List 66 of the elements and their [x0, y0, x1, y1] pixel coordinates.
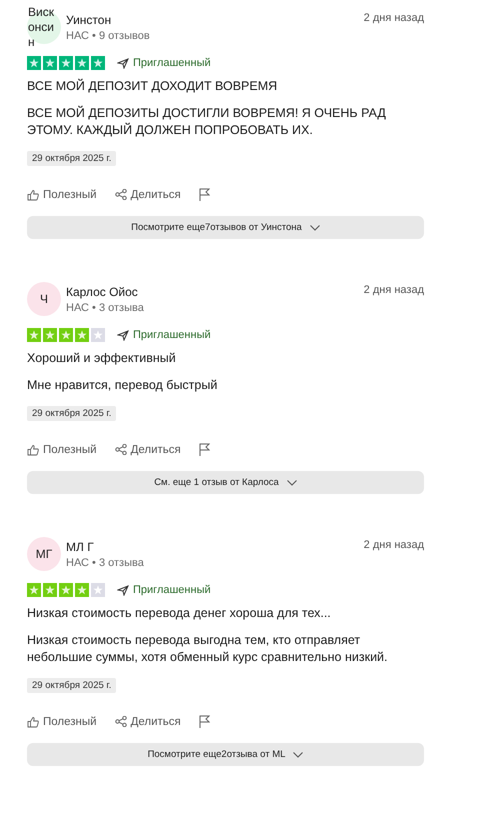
avatar-initials: МГ: [36, 546, 52, 562]
review-text: Мне нравится, перевод быстрый: [27, 377, 218, 394]
send-icon: [117, 330, 129, 340]
star-icon: [43, 56, 57, 70]
share-button[interactable]: Делиться: [114, 444, 181, 456]
star-icon: [75, 56, 89, 70]
review-date: 29 октября 2025 г.: [27, 151, 116, 166]
invited-label: Приглашенный: [117, 329, 211, 341]
star-icon: [43, 583, 57, 597]
reviewer-meta: НАС • 3 отзыва: [66, 302, 145, 314]
star-icon: [91, 56, 105, 70]
report-button[interactable]: [198, 188, 210, 201]
flag-icon: [198, 188, 210, 201]
useful-button[interactable]: Полезный: [27, 716, 97, 728]
review-title: Низкая стоимость перевода денег хороша для тех...: [27, 606, 332, 620]
more-reviews-button[interactable]: Посмотрите еще2отзыва от ML: [27, 743, 424, 766]
star-icon: [59, 328, 73, 342]
reviewer-meta: НАС • 3 отзыва: [66, 556, 145, 568]
avatar-initials: Висконсин: [28, 4, 56, 50]
star-icon: [91, 328, 105, 342]
review-text: ВСЕ МОЙ ДЕПОЗИТЫ ДОСТИГЛИ ВОВРЕМЯ! Я ОЧЕНЬ РАД ЭТОМУ. КАЖДЫЙ ДОЛЖЕН ПОПРОБОВАТЬ ИХ.: [27, 105, 387, 139]
share-button[interactable]: Делиться: [114, 188, 181, 200]
review-text: Низкая стоимость перевода выгодна тем, кто отправляет небольшие суммы, хотя обменный курс сравнительно низкий.: [27, 632, 389, 666]
flag-icon: [198, 715, 210, 728]
send-icon: [117, 58, 129, 68]
reviewer-name[interactable]: МЛ Г: [66, 540, 359, 554]
thumbs-up-icon: [27, 188, 39, 200]
flag-icon: [198, 443, 210, 456]
star-icon: [43, 328, 57, 342]
star-icon: [27, 328, 41, 342]
review-title: Хороший и эффективный: [27, 351, 177, 365]
review-time: 2 дня назад: [364, 284, 424, 296]
chevron-down-icon: [286, 480, 297, 486]
star-icon: [75, 583, 89, 597]
reviewer-name[interactable]: Уинстон: [66, 12, 359, 26]
thumbs-up-icon: [27, 716, 39, 728]
star-icon: [91, 583, 105, 597]
star-icon: [27, 583, 41, 597]
chevron-down-icon: [310, 224, 320, 230]
avatar-initials: Ч: [40, 292, 48, 306]
share-icon: [114, 444, 127, 455]
thumbs-up-icon: [27, 444, 39, 456]
share-button[interactable]: Делиться: [114, 716, 181, 728]
reviewer-meta: НАС • 9 отзывов: [66, 30, 151, 42]
review-date: 29 октября 2025 г.: [27, 678, 116, 693]
useful-button[interactable]: Полезный: [27, 188, 97, 200]
star-icon: [75, 328, 89, 342]
review-date: 29 октября 2025 г.: [27, 406, 116, 421]
send-icon: [117, 584, 129, 596]
reviewer-name[interactable]: Карлос Ойос: [66, 284, 359, 298]
invited-label: Приглашенный: [117, 584, 211, 596]
useful-button[interactable]: Полезный: [27, 444, 97, 456]
share-icon: [114, 716, 127, 727]
report-button[interactable]: [198, 715, 210, 728]
star-icon: [59, 56, 73, 70]
review-time: 2 дня назад: [364, 12, 424, 24]
more-reviews-button[interactable]: См. еще 1 отзыв от Карлоса: [27, 471, 424, 494]
share-icon: [114, 189, 127, 200]
more-reviews-button[interactable]: Посмотрите еще7отзывов от Уинстона: [27, 216, 424, 239]
star-icon: [27, 56, 41, 70]
review-title: ВСЕ МОЙ ДЕПОЗИТ ДОХОДИТ ВОВРЕМЯ: [27, 79, 278, 93]
chevron-down-icon: [293, 752, 304, 758]
review-time: 2 дня назад: [364, 539, 424, 551]
report-button[interactable]: [198, 443, 210, 456]
star-icon: [59, 583, 73, 597]
invited-label: Приглашенный: [117, 57, 211, 69]
